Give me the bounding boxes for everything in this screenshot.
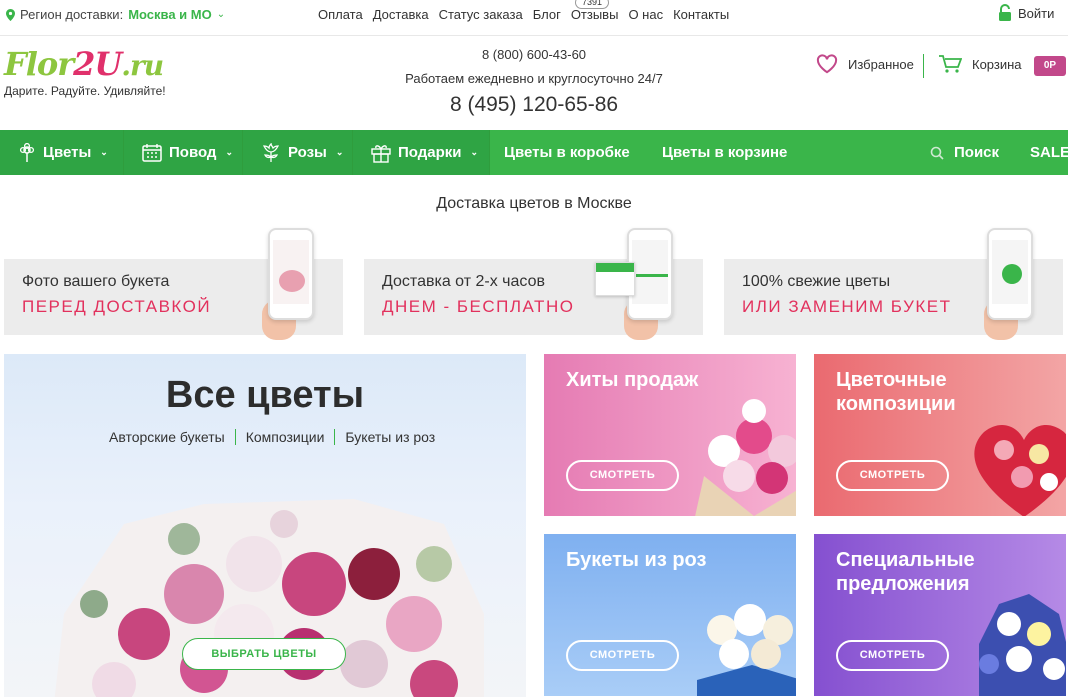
nav-label: Подарки: [398, 144, 462, 161]
link-compositions[interactable]: Композиции: [236, 429, 336, 445]
view-button[interactable]: СМОТРЕТЬ: [566, 460, 679, 491]
phone-main[interactable]: 8 (495) 120-65-86: [0, 93, 1068, 117]
nav-search[interactable]: Поиск: [930, 130, 999, 175]
card-title: Букеты из роз: [566, 549, 707, 571]
link-blog[interactable]: Блог: [533, 7, 561, 22]
cart-total-badge[interactable]: 0Р: [1034, 56, 1066, 76]
link-contacts[interactable]: Контакты: [673, 7, 729, 22]
bouquet-image: [695, 399, 796, 516]
nav-item-occasion[interactable]: Повод ⌄: [124, 130, 243, 175]
chevron-down-icon: ⌄: [335, 147, 344, 157]
search-label: Поиск: [954, 144, 1000, 161]
rose-icon: [262, 142, 280, 162]
all-flowers-links: Авторские букеты Композиции Букеты из ро…: [99, 429, 445, 445]
link-payment[interactable]: Оплата: [318, 7, 363, 22]
rose-bouquets-card[interactable]: Букеты из роз СМОТРЕТЬ: [544, 534, 796, 696]
feature-line2: ДНЕМ - БЕСПЛАТНО: [382, 297, 575, 316]
chevron-down-icon: ⌄: [225, 147, 234, 157]
card-title: Цветочные композиции: [836, 369, 956, 415]
cart-button[interactable]: Корзина: [938, 54, 1022, 74]
all-flowers-title: Все цветы: [165, 374, 365, 416]
login-button[interactable]: Войти: [998, 4, 1054, 22]
link-reviews[interactable]: Отзывы: [571, 7, 619, 22]
heart-bouquet-image: [974, 425, 1066, 516]
bestsellers-card[interactable]: Хиты продаж СМОТРЕТЬ: [544, 354, 796, 516]
region-label: Регион доставки:: [20, 7, 124, 22]
header: Flor2U.ru Дарите. Радуйте. Удивляйте! 8 …: [0, 36, 1068, 130]
feature-line2: ИЛИ ЗАМЕНИМ БУКЕТ: [742, 297, 952, 316]
lock-icon: [999, 4, 1011, 21]
nav-item-sale[interactable]: SALE: [1030, 130, 1068, 175]
choose-flowers-button[interactable]: ВЫБРАТЬ ЦВЕТЫ: [182, 638, 346, 670]
nav-item-box-flowers[interactable]: Цветы в коробке: [504, 130, 630, 175]
header-divider: [923, 54, 924, 78]
cart-label: Корзина: [972, 56, 1022, 72]
all-flowers-card[interactable]: Все цветы Авторские букеты Композиции Бу…: [4, 354, 526, 697]
feature-line1: Доставка от 2-х часов: [382, 273, 545, 290]
top-bar: Регион доставки: Москва и МО ⌄ Оплата До…: [0, 0, 1068, 36]
feature-line1: 100% свежие цветы: [742, 273, 891, 290]
heart-icon: [816, 54, 838, 74]
link-author-bouquets[interactable]: Авторские букеты: [99, 429, 236, 445]
time-slot-card: [595, 262, 635, 296]
link-rose-bouquets[interactable]: Букеты из роз: [335, 429, 445, 445]
nav-item-roses[interactable]: Розы ⌄: [243, 130, 353, 175]
view-button[interactable]: СМОТРЕТЬ: [836, 460, 949, 491]
region-value[interactable]: Москва и МО: [128, 7, 212, 22]
nav-item-gifts[interactable]: Подарки ⌄: [353, 130, 490, 175]
link-order-status[interactable]: Статус заказа: [439, 7, 523, 22]
nav-item-flowers[interactable]: Цветы ⌄: [0, 130, 124, 175]
chevron-down-icon: ⌄: [470, 147, 479, 157]
delivery-title: Доставка цветов в Москве: [436, 195, 632, 212]
bouquet-image: [697, 604, 796, 696]
search-icon: [930, 146, 944, 160]
favorites-label: Избранное: [848, 56, 914, 72]
bouquet-image: [979, 594, 1066, 696]
login-label: Войти: [1018, 5, 1055, 21]
card-title: Специальные предложения: [836, 549, 975, 595]
region-selector[interactable]: Регион доставки: Москва и МО ⌄: [6, 7, 225, 22]
link-delivery[interactable]: Доставка: [373, 7, 429, 22]
calendar-icon: [142, 144, 162, 162]
nav-label: Розы: [288, 144, 327, 161]
top-links: Оплата Доставка Статус заказа Блог Отзыв…: [318, 7, 739, 22]
nav-label: Цветы: [43, 144, 92, 161]
chevron-down-icon: ⌄: [216, 9, 226, 20]
special-offers-card[interactable]: Специальные предложения СМОТРЕТЬ: [814, 534, 1066, 696]
phone-illustration: [268, 228, 314, 320]
view-button[interactable]: СМОТРЕТЬ: [836, 640, 949, 671]
phone-illustration: [987, 228, 1033, 320]
chevron-down-icon: ⌄: [100, 147, 108, 157]
main-nav: Цветы ⌄ Повод ⌄ Розы ⌄ Подарки ⌄ Цветы в кор…: [0, 130, 1068, 175]
view-button[interactable]: СМОТРЕТЬ: [566, 640, 679, 671]
feature-line2: ПЕРЕД ДОСТАВКОЙ: [22, 297, 212, 316]
gift-icon: [371, 144, 391, 163]
feature-line1: Фото вашего букета: [22, 273, 170, 290]
link-about[interactable]: О нас: [628, 7, 663, 22]
nav-item-basket-flowers[interactable]: Цветы в корзине: [662, 130, 787, 175]
cart-icon: [939, 55, 962, 73]
location-pin-icon: [6, 8, 15, 21]
favorites-button[interactable]: Избранное: [816, 54, 914, 74]
nav-label: Повод: [169, 144, 217, 161]
card-title: Хиты продаж: [566, 369, 699, 391]
compositions-card[interactable]: Цветочные композиции СМОТРЕТЬ: [814, 354, 1066, 516]
reviews-count-badge: 7391: [575, 0, 610, 9]
flower-icon: [19, 142, 35, 162]
